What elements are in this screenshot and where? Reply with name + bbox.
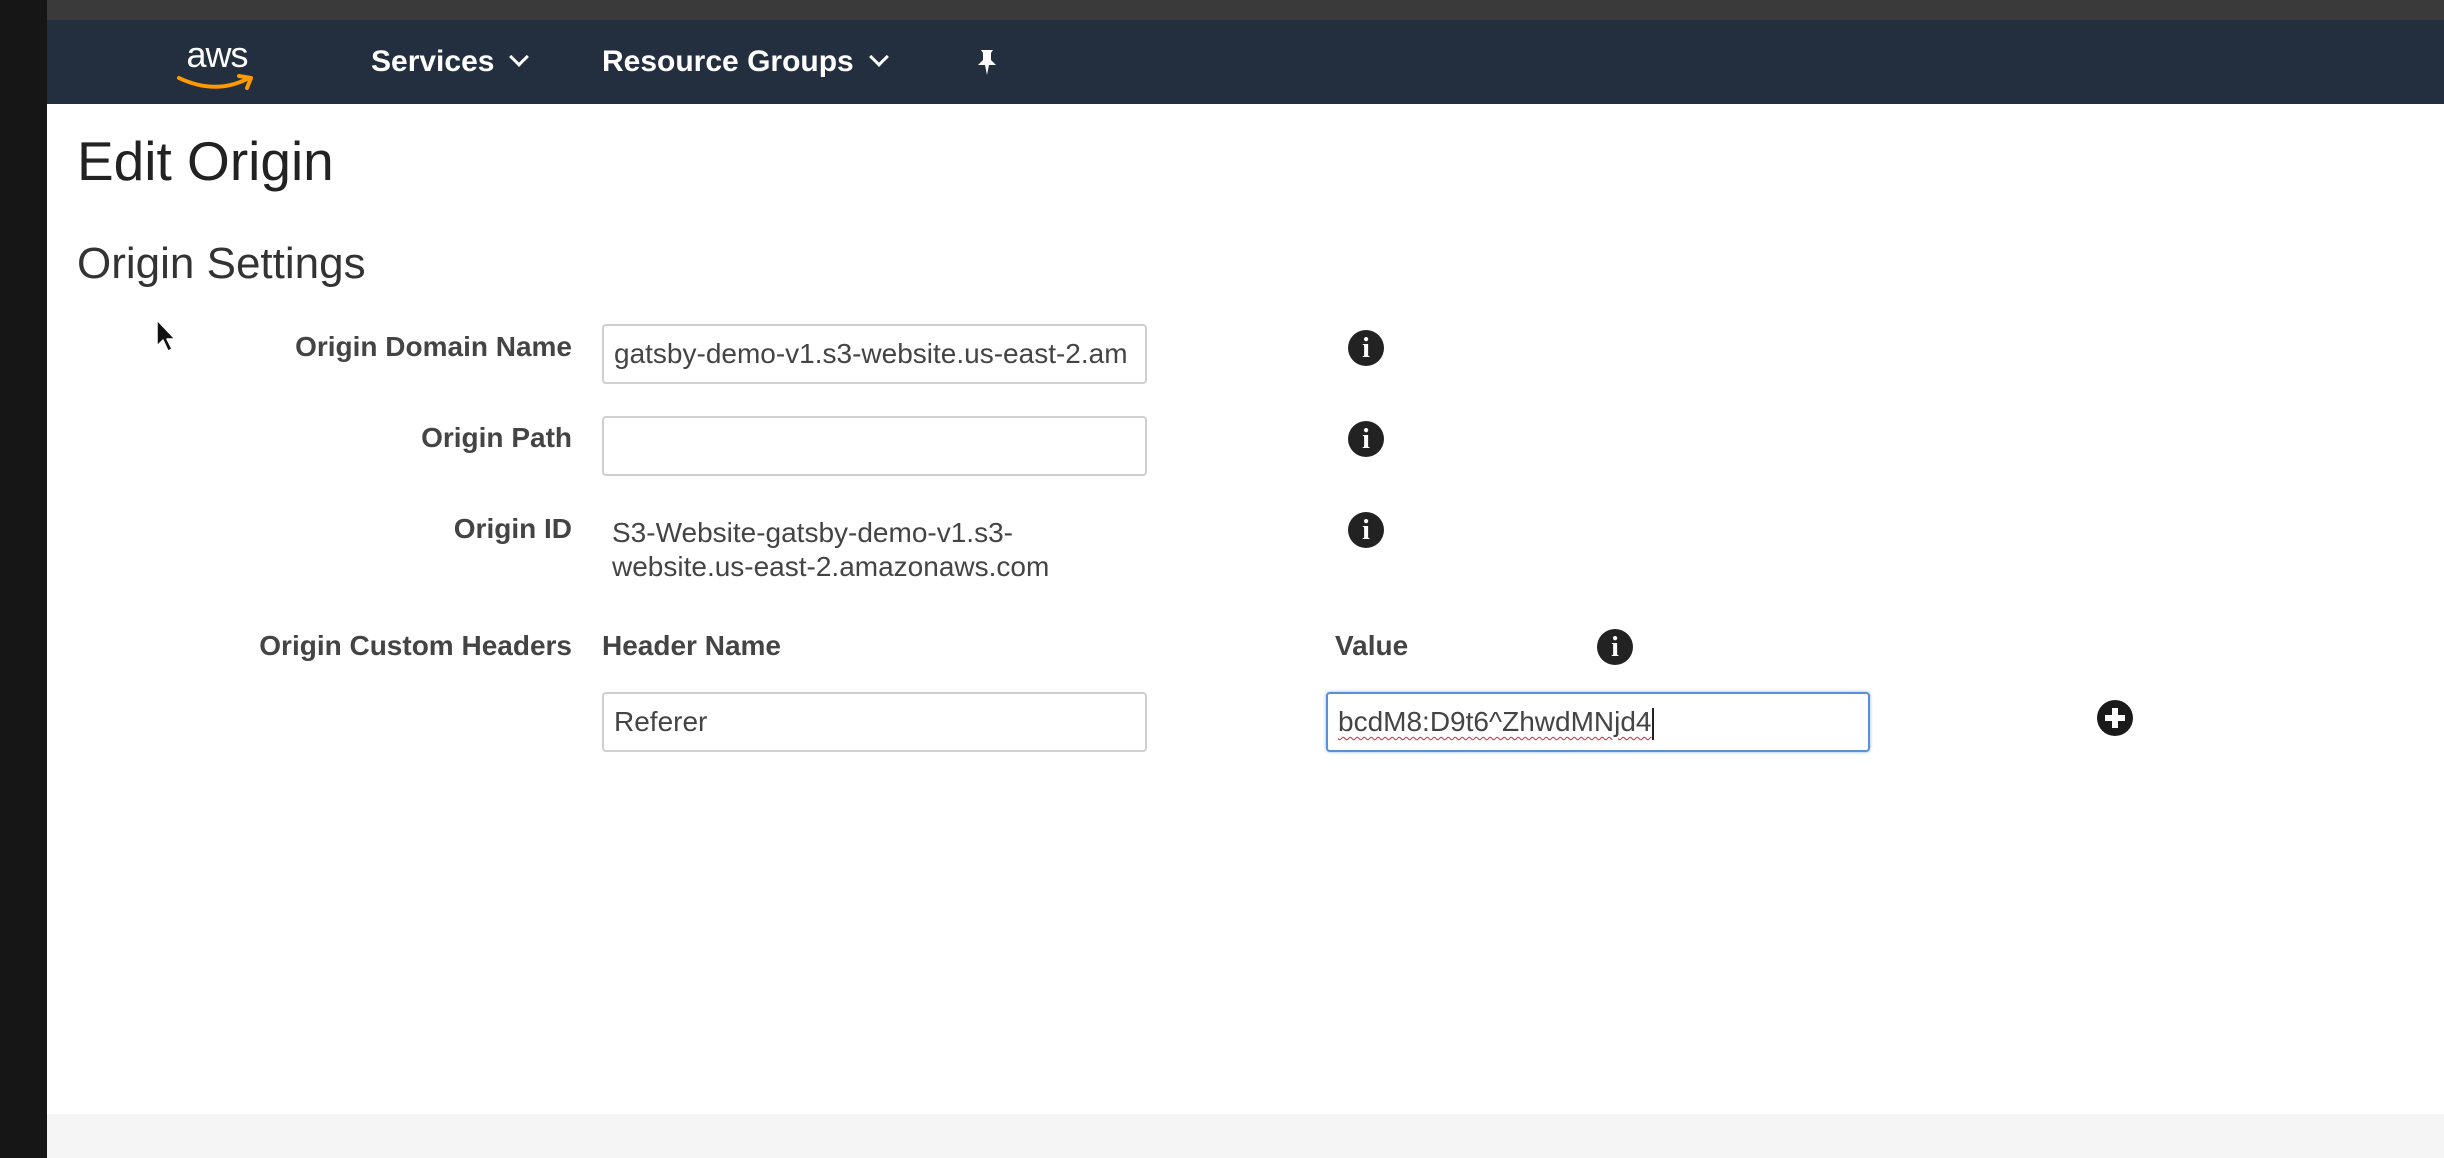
origin-domain-name-input[interactable]: gatsby-demo-v1.s3-website.us-east-2.am: [602, 324, 1147, 384]
chevron-down-icon: [509, 47, 530, 67]
origin-id-value: S3-Website-gatsby-demo-v1.s3-website.us-…: [612, 517, 1050, 582]
header-value-input[interactable]: bcdM8:D9t6^ZhwdMNjd4: [1326, 692, 1870, 752]
aws-logo-text: aws: [186, 34, 248, 75]
text-caret: [1652, 707, 1655, 740]
aws-navbar: aws Services Resource Groups: [47, 20, 2444, 104]
pin-icon[interactable]: [967, 42, 1007, 82]
mouse-cursor-icon: [156, 319, 176, 352]
origin-path-label: Origin Path: [421, 422, 572, 453]
main-content: Edit Origin Origin Settings Origin Domai…: [47, 104, 2444, 1158]
nav-services-menu[interactable]: Services: [371, 42, 530, 82]
section-title: Origin Settings: [77, 239, 366, 288]
value-column-label: Value: [1335, 630, 1409, 661]
nav-resource-groups-menu[interactable]: Resource Groups: [602, 42, 889, 82]
page-title: Edit Origin: [77, 130, 334, 192]
nav-resource-groups-label: Resource Groups: [602, 45, 854, 78]
nav-services-label: Services: [371, 45, 495, 78]
info-icon[interactable]: i: [1348, 421, 1384, 457]
origin-path-input[interactable]: [602, 416, 1147, 476]
footer-band: [47, 1114, 2444, 1158]
origin-id-label: Origin ID: [453, 513, 572, 544]
chevron-down-icon: [868, 47, 889, 67]
aws-logo[interactable]: aws: [171, 33, 263, 93]
info-icon[interactable]: i: [1597, 629, 1633, 665]
header-value-text: bcdM8:D9t6^ZhwdMNjd4: [1338, 706, 1652, 737]
header-name-column-label: Header Name: [602, 630, 781, 661]
info-icon[interactable]: i: [1348, 512, 1384, 548]
add-header-plus-icon[interactable]: [2097, 700, 2133, 736]
origin-custom-headers-label: Origin Custom Headers: [259, 630, 572, 661]
origin-domain-name-label: Origin Domain Name: [295, 331, 572, 362]
header-name-input[interactable]: Referer: [602, 692, 1147, 752]
aws-smile-icon: [177, 74, 253, 90]
info-icon[interactable]: i: [1348, 330, 1384, 366]
browser-top-strip: [47, 0, 2444, 20]
